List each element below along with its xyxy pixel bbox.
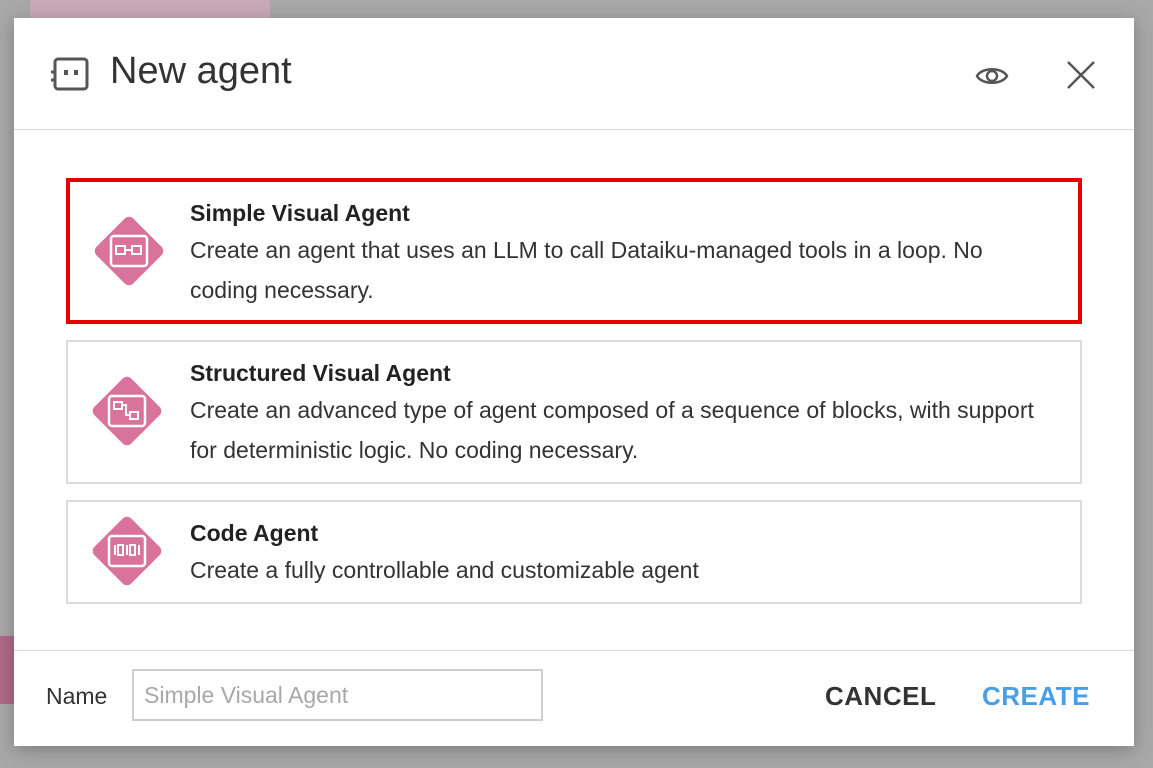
new-agent-modal: New agent Simple Visual Agent Create an … [14,18,1134,746]
option-simple-visual-agent[interactable]: Simple Visual Agent Create an agent that… [66,178,1082,324]
create-button[interactable]: CREATE [982,681,1090,712]
modal-footer: Name CANCEL CREATE [14,650,1134,746]
option-text: Structured Visual Agent Create an advanc… [190,356,1040,470]
structured-agent-icon [84,368,170,454]
option-title: Simple Visual Agent [190,200,410,226]
name-input[interactable] [132,669,543,721]
close-icon[interactable] [1064,58,1098,92]
option-title: Code Agent [190,520,319,546]
code-agent-icon [84,508,170,594]
option-structured-visual-agent[interactable]: Structured Visual Agent Create an advanc… [66,340,1082,484]
background-button [0,636,14,704]
name-label: Name [46,683,108,709]
option-code-agent[interactable]: Code Agent Create a fully controllable a… [66,500,1082,604]
cancel-button[interactable]: CANCEL [825,681,936,712]
option-description: Create an agent that uses an LLM to call… [190,237,983,303]
option-title: Structured Visual Agent [190,360,451,386]
agent-type-options: Simple Visual Agent Create an agent that… [66,178,1082,620]
modal-header: New agent [14,18,1134,130]
option-text: Code Agent Create a fully controllable a… [190,516,1040,590]
modal-title: New agent [110,50,292,92]
option-text: Simple Visual Agent Create an agent that… [190,196,1038,310]
option-description: Create a fully controllable and customiz… [190,557,699,583]
simple-agent-icon [86,208,172,294]
eye-icon[interactable] [974,58,1010,94]
agent-robot-icon [50,54,92,96]
option-description: Create an advanced type of agent compose… [190,397,1034,463]
